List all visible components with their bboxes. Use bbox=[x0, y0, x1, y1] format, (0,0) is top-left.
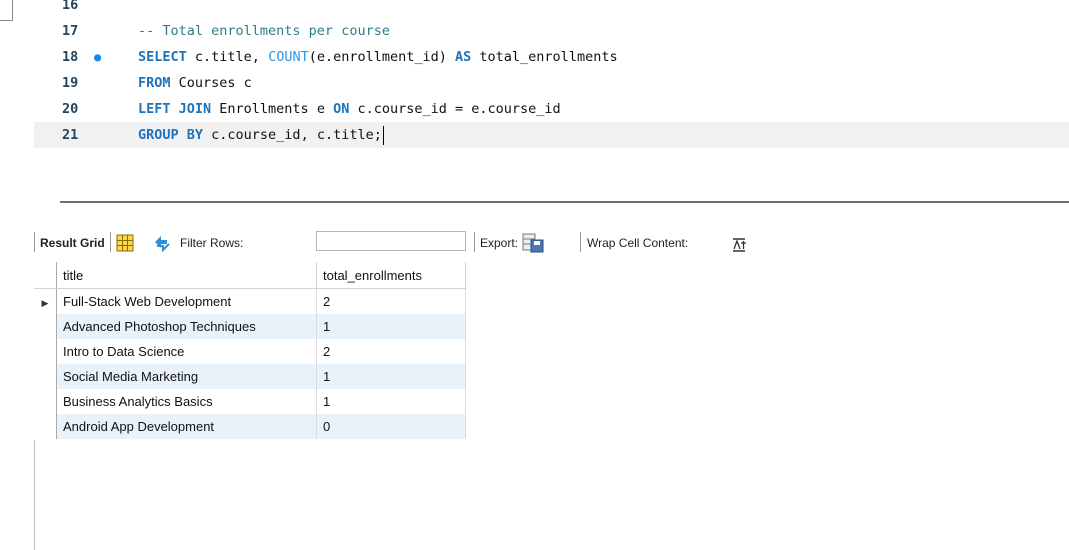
refresh-icon[interactable] bbox=[152, 234, 172, 262]
code-line[interactable]: 18 ● SELECT c.title, COUNT(e.enrollment_id… bbox=[34, 44, 1069, 70]
line-number: 16 bbox=[62, 0, 79, 13]
row-selector[interactable] bbox=[34, 414, 57, 439]
result-grid[interactable]: title total_enrollments ▶ Full-Stack Web … bbox=[34, 262, 1069, 550]
code-text: SELECT c.title, COUNT(e.enrollment_id) A… bbox=[138, 44, 618, 70]
grid-border bbox=[34, 440, 35, 550]
code-token: total_enrollments bbox=[471, 49, 618, 65]
cell-title[interactable]: Intro to Data Science bbox=[56, 339, 317, 364]
table-row[interactable]: Business Analytics Basics 1 bbox=[34, 389, 466, 414]
row-selector[interactable] bbox=[34, 389, 57, 414]
row-selector[interactable] bbox=[34, 339, 57, 364]
code-token: (e.enrollment_id) bbox=[308, 49, 456, 65]
text-caret bbox=[382, 125, 385, 145]
code-token: Courses c bbox=[170, 75, 252, 91]
table-row[interactable]: Intro to Data Science 2 bbox=[34, 339, 466, 364]
current-row-marker-icon: ▶ bbox=[41, 298, 49, 308]
code-token: GROUP BY bbox=[138, 127, 204, 143]
filter-rows-input[interactable] bbox=[316, 231, 466, 251]
code-token: c.title, bbox=[186, 49, 269, 65]
table-row[interactable]: ▶ Full-Stack Web Development 2 bbox=[34, 288, 466, 314]
toolbar-separator bbox=[34, 232, 35, 252]
editor-horizontal-scrollbar[interactable] bbox=[60, 201, 1069, 203]
grid-view-icon[interactable] bbox=[116, 234, 134, 262]
row-selector[interactable] bbox=[34, 314, 57, 339]
result-grid-button[interactable]: Result Grid bbox=[40, 229, 105, 257]
toolbar-separator bbox=[474, 232, 475, 252]
line-number: 21 bbox=[62, 127, 79, 143]
cell-total-enrollments[interactable]: 2 bbox=[316, 288, 466, 314]
column-header-total-enrollments[interactable]: total_enrollments bbox=[316, 262, 466, 289]
table-row[interactable]: Android App Development 0 bbox=[34, 414, 466, 439]
wrap-cell-content-label: Wrap Cell Content: bbox=[587, 236, 689, 250]
code-line[interactable]: 21 GROUP BY c.course_id, c.title; bbox=[34, 122, 1069, 148]
cell-total-enrollments[interactable]: 2 bbox=[316, 339, 466, 364]
code-line[interactable]: 17 -- Total enrollments per course bbox=[34, 18, 1069, 44]
code-token: ON bbox=[333, 101, 350, 117]
code-line[interactable]: 20 LEFT JOIN Enrollments e ON c.course_id… bbox=[34, 96, 1069, 122]
code-token: -- Total enrollments per course bbox=[138, 23, 390, 39]
cell-total-enrollments[interactable]: 0 bbox=[316, 414, 466, 439]
sql-editor[interactable]: 16 17 -- Total enrollments per course 18 ● SE… bbox=[0, 0, 1069, 205]
code-token: FROM bbox=[138, 75, 171, 91]
line-number: 19 bbox=[62, 75, 79, 91]
code-token: LEFT JOIN bbox=[138, 101, 212, 117]
export-label: Export: bbox=[480, 236, 519, 250]
result-table: title total_enrollments ▶ Full-Stack Web … bbox=[34, 262, 466, 439]
cell-title[interactable]: Business Analytics Basics bbox=[56, 389, 317, 414]
code-token: c.course_id, c.title; bbox=[203, 127, 382, 143]
code-token: SELECT bbox=[138, 49, 187, 65]
row-selector[interactable]: ▶ bbox=[34, 288, 57, 314]
toolbar-separator bbox=[110, 232, 111, 252]
code-token: Enrollments e bbox=[211, 101, 334, 117]
code-token: AS bbox=[455, 49, 472, 65]
cell-title[interactable]: Android App Development bbox=[56, 414, 317, 439]
row-selector[interactable] bbox=[34, 364, 57, 389]
export-icon[interactable] bbox=[522, 233, 544, 263]
statement-marker-icon: ● bbox=[94, 50, 102, 64]
toolbar-separator bbox=[580, 232, 581, 252]
wrap-cell-icon[interactable] bbox=[732, 235, 748, 263]
editor-gutter-strip bbox=[0, 0, 32, 205]
cell-title[interactable]: Advanced Photoshop Techniques bbox=[56, 314, 317, 339]
table-row[interactable]: Advanced Photoshop Techniques 1 bbox=[34, 314, 466, 339]
code-text: GROUP BY c.course_id, c.title; bbox=[138, 122, 385, 148]
code-text: LEFT JOIN Enrollments e ON c.course_id =… bbox=[138, 96, 561, 122]
row-selector-header[interactable] bbox=[34, 262, 57, 289]
cell-total-enrollments[interactable]: 1 bbox=[316, 389, 466, 414]
code-text: FROM Courses c bbox=[138, 70, 252, 96]
code-line[interactable]: 19 FROM Courses c bbox=[34, 70, 1069, 96]
result-toolbar: Result Grid Filter Rows: Export: Wrap Ce… bbox=[34, 229, 1069, 257]
table-row[interactable]: Social Media Marketing 1 bbox=[34, 364, 466, 389]
line-number: 17 bbox=[62, 23, 79, 39]
cell-title[interactable]: Full-Stack Web Development bbox=[56, 288, 317, 314]
code-text: -- Total enrollments per course bbox=[138, 18, 390, 44]
code-token: COUNT bbox=[268, 49, 309, 65]
cell-title[interactable]: Social Media Marketing bbox=[56, 364, 317, 389]
column-header-title[interactable]: title bbox=[56, 262, 317, 289]
cell-total-enrollments[interactable]: 1 bbox=[316, 314, 466, 339]
filter-rows-label: Filter Rows: bbox=[180, 236, 244, 250]
line-number: 18 bbox=[62, 49, 79, 65]
code-token: c.course_id = e.course_id bbox=[349, 101, 561, 117]
code-line[interactable]: 16 bbox=[34, 0, 1069, 18]
line-number: 20 bbox=[62, 101, 79, 117]
cell-total-enrollments[interactable]: 1 bbox=[316, 364, 466, 389]
